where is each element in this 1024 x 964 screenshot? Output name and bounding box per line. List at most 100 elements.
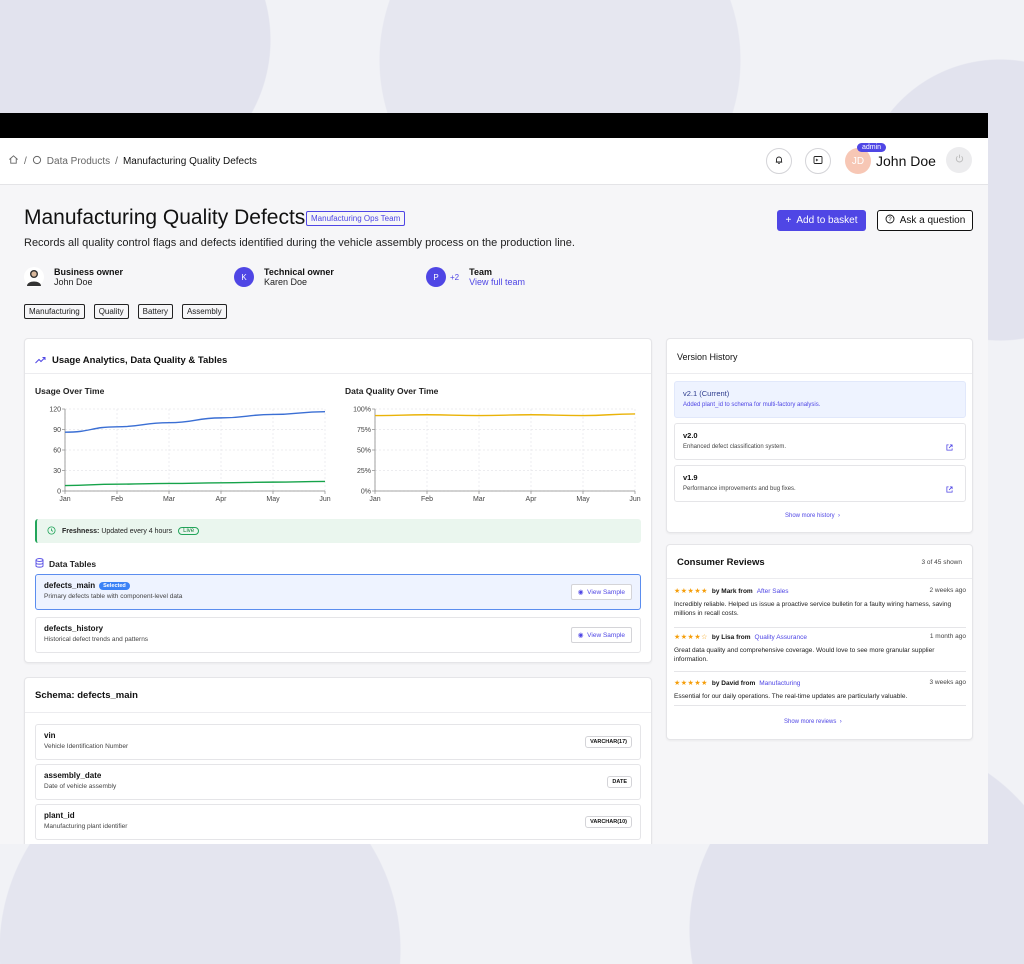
chevron-right-icon: ›	[838, 513, 841, 519]
tag-quality[interactable]: Quality	[93, 304, 129, 319]
field-type-badge: DATE	[607, 776, 632, 788]
business-owner-label: Business owner	[54, 267, 124, 277]
logout-button[interactable]	[946, 147, 972, 173]
field-type-badge: VARCHAR(10)	[585, 816, 632, 828]
schema-row-vin[interactable]: vin Vehicle Identification Number VARCHA…	[35, 724, 641, 760]
version-name: v2.1 (Current)	[683, 389, 730, 398]
eye-icon: ◉	[577, 589, 584, 596]
schema-row-assembly-date[interactable]: assembly_date Date of vehicle assembly D…	[35, 764, 641, 800]
view-full-team-link[interactable]: View full team	[469, 277, 525, 287]
review-text: Essential for our daily operations. The …	[674, 693, 908, 700]
y-tick-label: 0%	[361, 489, 371, 496]
version-description: Performance improvements and bug fixes.	[683, 486, 796, 492]
version-name: v1.9	[683, 473, 698, 482]
ask-question-button[interactable]: ? Ask a question	[877, 210, 973, 231]
x-tick-label: Jun	[319, 496, 330, 503]
x-tick-label: May	[576, 496, 590, 503]
review-department[interactable]: Manufacturing	[759, 680, 800, 687]
admin-badge: admin	[857, 143, 887, 152]
star-rating: ★★★★☆	[674, 634, 708, 641]
breadcrumb-data-products[interactable]: Data Products	[47, 156, 110, 167]
review-item: ★★★★☆ by Lisa from Quality Assurance 1 m…	[674, 633, 966, 664]
reviews-count: 3 of 45 shown	[921, 559, 962, 566]
tag-manufacturing[interactable]: Manufacturing	[24, 304, 85, 319]
show-more-history-link[interactable]: Show more history ›	[785, 513, 840, 519]
version-description: Enhanced defect classification system.	[683, 444, 787, 450]
x-tick-label: Mar	[473, 496, 486, 503]
page-title: Manufacturing Quality Defects	[24, 206, 306, 229]
x-tick-label: Feb	[421, 496, 433, 503]
selected-badge: Selected	[99, 582, 130, 590]
schema-title: Schema: defects_main	[35, 690, 138, 701]
breadcrumb-current: Manufacturing Quality Defects	[122, 155, 257, 167]
power-icon	[954, 151, 965, 169]
circle-icon	[32, 155, 42, 168]
chevron-right-icon: ›	[839, 719, 842, 725]
notifications-button[interactable]	[766, 148, 792, 174]
schema-row-plant-id[interactable]: plant_id Manufacturing plant identifier …	[35, 804, 641, 840]
table-name: defects_history	[44, 624, 104, 633]
user-name[interactable]: John Doe	[876, 153, 936, 169]
x-tick-label: Jun	[629, 496, 640, 503]
divider	[25, 712, 651, 713]
x-tick-label: Jan	[369, 496, 380, 503]
table-row-defects-main[interactable]: defects_main Selected Primary defects tab…	[35, 574, 641, 610]
review-date: 3 weeks ago	[929, 679, 967, 686]
business-owner: Business owner John Doe	[24, 267, 123, 287]
tag-battery[interactable]: Battery	[137, 304, 173, 319]
x-tick-label: Mar	[163, 496, 176, 503]
review-date: 2 weeks ago	[929, 587, 967, 594]
version-item-current[interactable]: v2.1 (Current) Added plant_id to schema …	[674, 381, 966, 418]
home-icon[interactable]	[8, 154, 19, 168]
business-owner-name: John Doe	[54, 277, 93, 287]
version-item[interactable]: v1.9 Performance improvements and bug fi…	[674, 465, 966, 502]
version-name: v2.0	[683, 431, 698, 440]
star-rating: ★★★★★	[674, 680, 708, 687]
trending-up-icon	[35, 351, 46, 369]
review-text: Incredibly reliable. Helped us issue a p…	[674, 601, 952, 617]
freshness-banner: Freshness: Updated every 4 hours Live	[35, 519, 641, 543]
review-text: Great data quality and comprehensive cov…	[674, 647, 935, 663]
external-link-icon[interactable]	[946, 480, 953, 498]
table-description: Primary defects table with component-lev…	[44, 593, 183, 600]
tag-list: Manufacturing Quality Battery Assembly	[24, 304, 227, 319]
view-sample-button[interactable]: ◉ View Sample	[570, 627, 632, 643]
team: P +2 Team View full team	[426, 267, 525, 287]
review-item: ★★★★★ by Mark from After Sales 2 weeks a…	[674, 587, 966, 618]
table-name: defects_main	[44, 581, 96, 590]
technical-owner-label: Technical owner	[264, 267, 334, 277]
x-tick-label: Apr	[216, 496, 228, 503]
technical-owner: K Technical owner Karen Doe	[234, 267, 334, 287]
review-department[interactable]: Quality Assurance	[755, 634, 807, 641]
review-department[interactable]: After Sales	[757, 588, 789, 595]
team-avatar: P	[426, 267, 446, 287]
version-history-title: Version History	[677, 352, 738, 362]
y-tick-label: 0	[57, 489, 61, 496]
team-tag[interactable]: Manufacturing Ops Team	[306, 211, 406, 226]
team-extra-count: +2	[450, 272, 460, 282]
show-more-reviews-link[interactable]: Show more reviews ›	[784, 719, 842, 725]
x-tick-label: Jan	[59, 496, 70, 503]
breadcrumb: / Data Products / Manufacturing Quality …	[8, 154, 257, 168]
table-description: Historical defect trends and patterns	[44, 636, 149, 643]
team-label: Team	[469, 267, 492, 277]
usage-chart-title: Usage Over Time	[35, 386, 105, 396]
window-top-bar	[0, 113, 988, 138]
divider	[674, 627, 966, 628]
freshness-value: Updated every 4 hours	[101, 527, 173, 535]
tag-assembly[interactable]: Assembly	[181, 304, 227, 319]
external-link-icon[interactable]	[946, 438, 953, 456]
table-row-defects-history[interactable]: defects_history Historical defect trends…	[35, 617, 641, 653]
reviews-title: Consumer Reviews	[677, 557, 765, 568]
version-item[interactable]: v2.0 Enhanced defect classification syst…	[674, 423, 966, 460]
view-sample-button[interactable]: ◉ View Sample	[570, 584, 632, 600]
technical-owner-name: Karen Doe	[264, 277, 308, 287]
field-description: Date of vehicle assembly	[44, 783, 117, 790]
terminal-icon	[813, 152, 823, 170]
usage-chart: 0 30 60 90 120 Jan Feb Mar Apr May Jun	[49, 407, 330, 504]
database-icon	[35, 555, 44, 573]
divider	[674, 671, 966, 672]
bell-icon	[774, 152, 784, 170]
terminal-button[interactable]	[805, 148, 831, 174]
add-to-basket-button[interactable]: + Add to basket	[777, 210, 866, 231]
